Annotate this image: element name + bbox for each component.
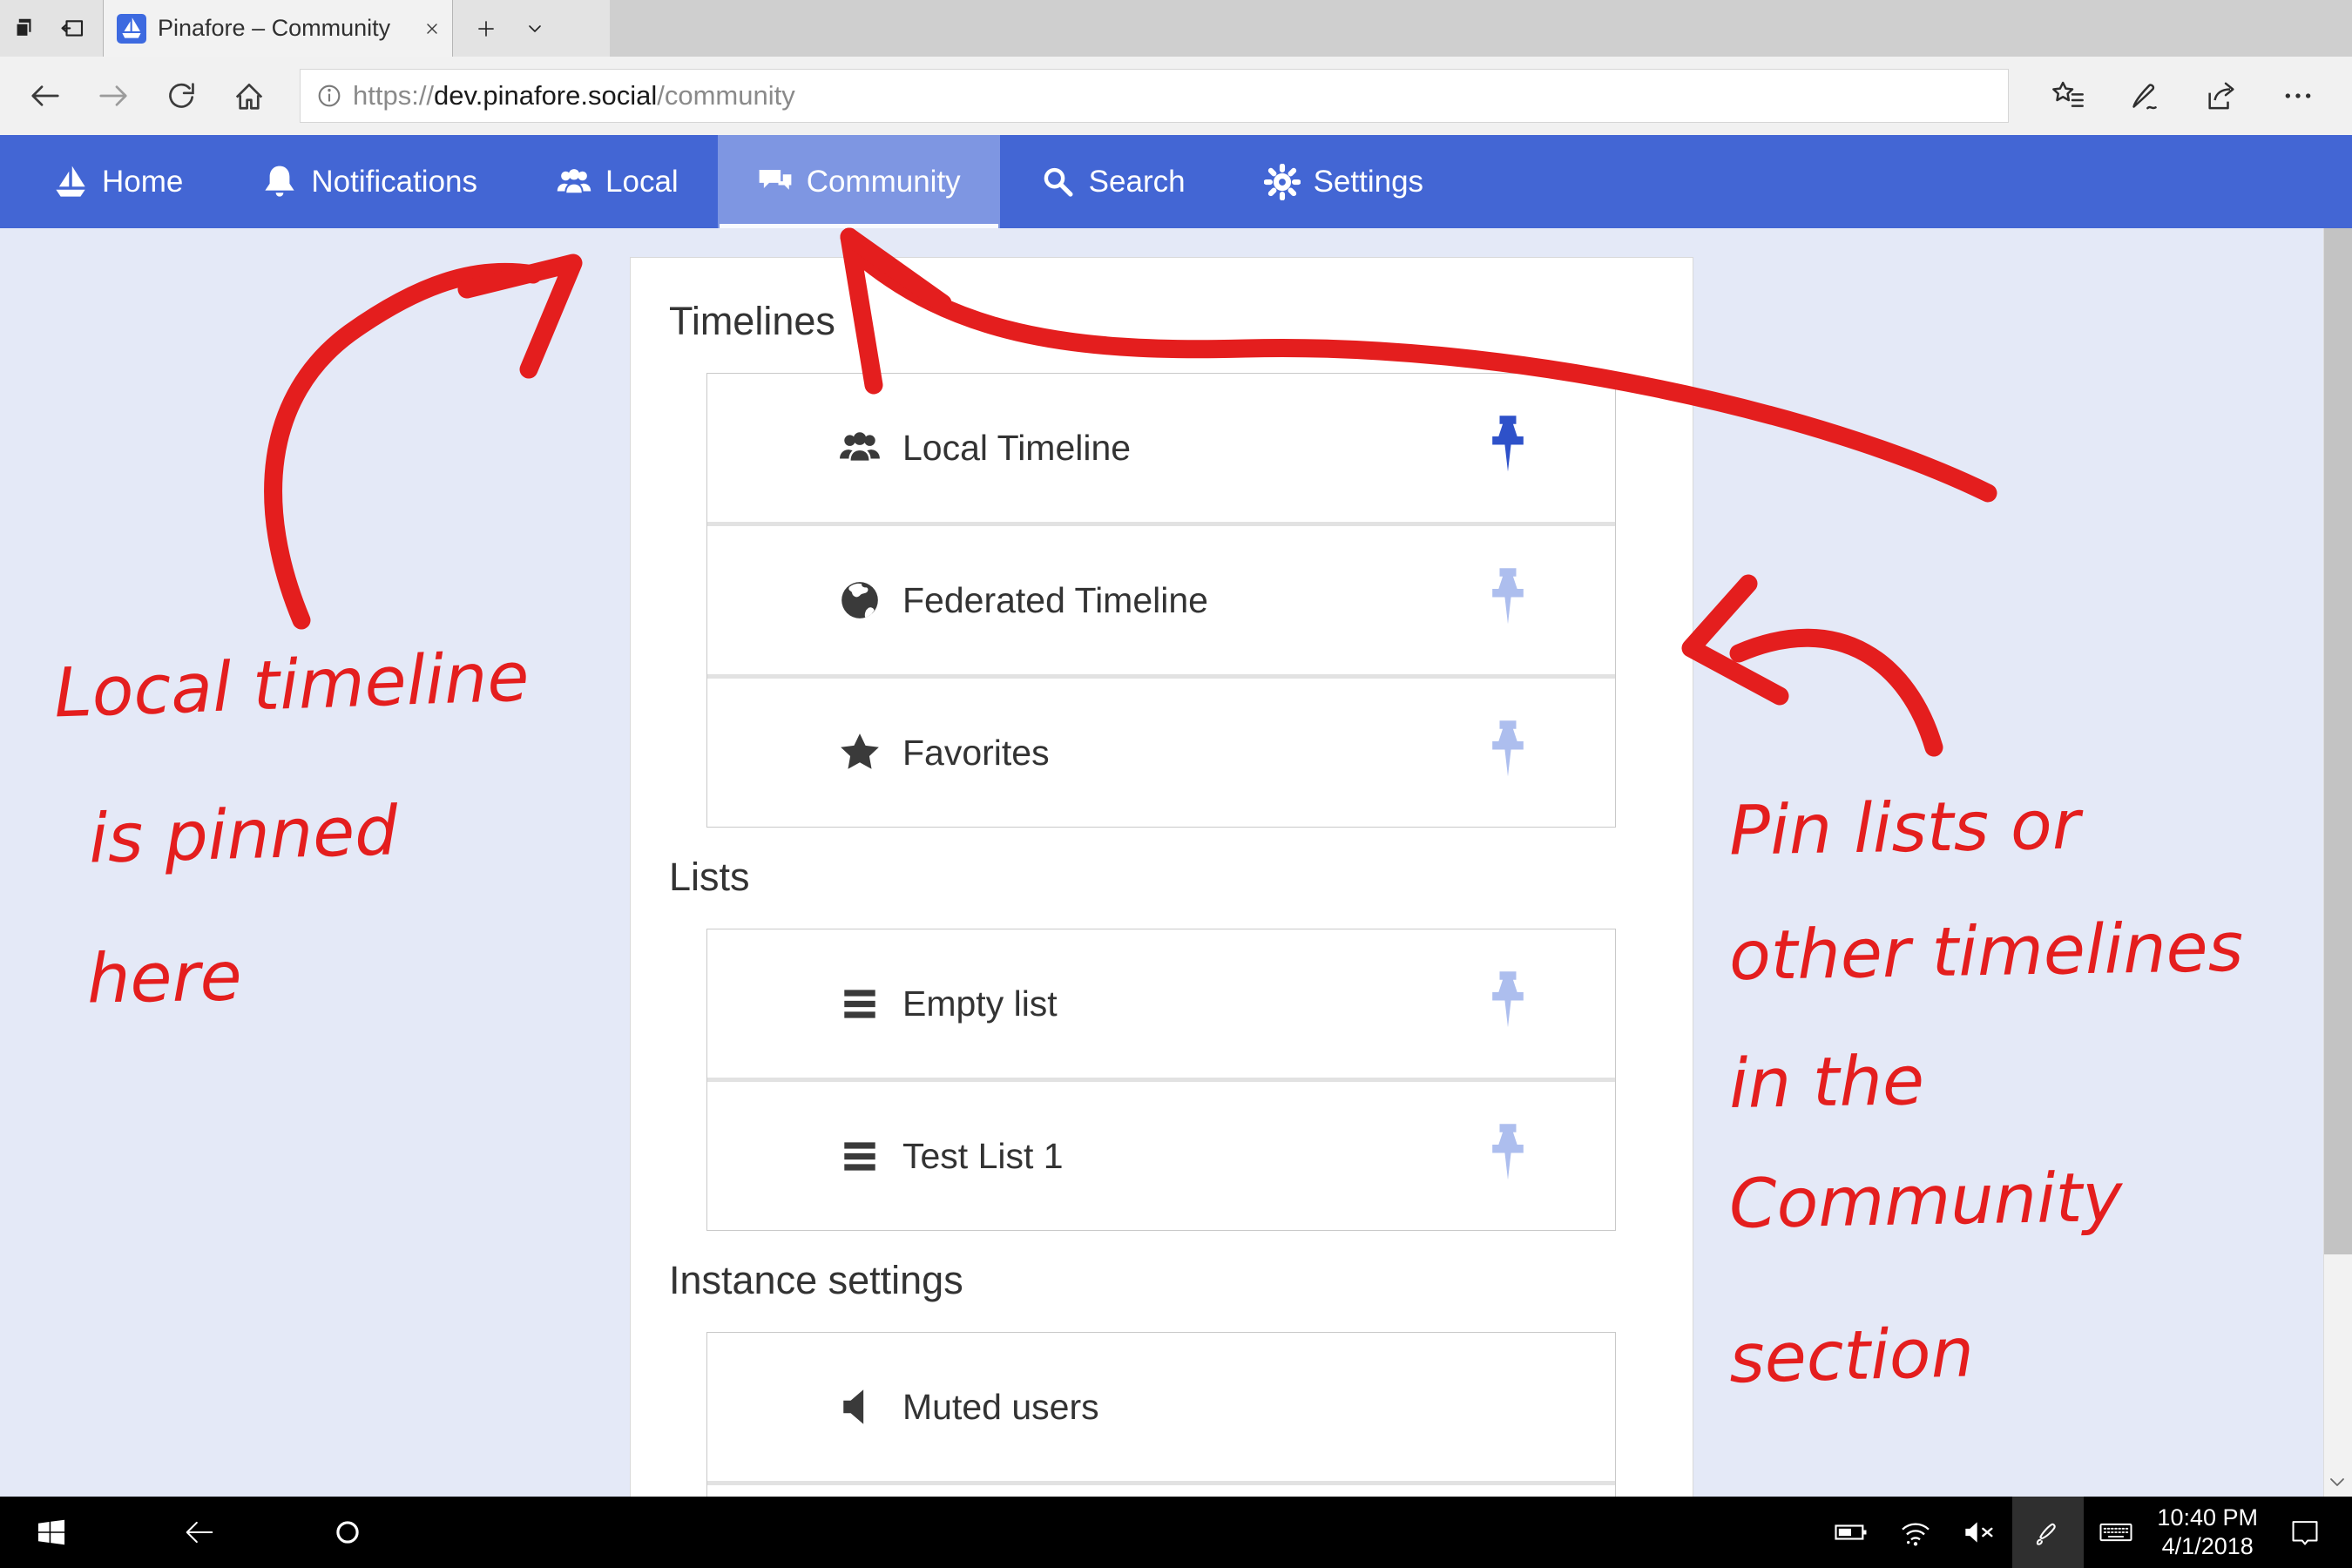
browser-tab-strip: Pinafore – Community bbox=[0, 0, 2352, 57]
star-icon bbox=[838, 731, 882, 774]
gear-icon bbox=[1264, 164, 1301, 200]
sailboat-icon bbox=[52, 164, 89, 200]
cortana-icon[interactable] bbox=[308, 1497, 387, 1568]
pin-button[interactable] bbox=[1486, 1123, 1530, 1189]
pin-button[interactable] bbox=[1486, 567, 1530, 633]
windows-ink-icon[interactable] bbox=[2012, 1497, 2084, 1568]
list-item[interactable]: Favorites bbox=[707, 679, 1615, 827]
nav-item-home[interactable]: Home bbox=[13, 135, 222, 228]
tab-close-icon[interactable] bbox=[412, 9, 452, 49]
wifi-icon[interactable] bbox=[1883, 1497, 1948, 1568]
favorites-hub-icon[interactable] bbox=[2030, 65, 2106, 126]
scrollbar[interactable] bbox=[2323, 228, 2352, 1497]
pin-button[interactable] bbox=[1486, 720, 1530, 786]
toolbar-right-tools bbox=[2030, 65, 2336, 126]
list-item[interactable]: Muted users bbox=[707, 1333, 1615, 1481]
pinafore-nav-bar: Home Notifications Local Community Search Set… bbox=[0, 135, 2352, 228]
globe-icon bbox=[838, 578, 882, 622]
scroll-down-icon[interactable] bbox=[2327, 1472, 2348, 1493]
search-icon bbox=[1039, 164, 1076, 200]
clock-time: 10:40 PM bbox=[2157, 1504, 2258, 1532]
nav-item-search[interactable]: Search bbox=[1000, 135, 1225, 228]
nav-item-label: Settings bbox=[1314, 165, 1423, 199]
forward-icon[interactable] bbox=[85, 65, 141, 126]
list-item[interactable]: Local Timeline bbox=[707, 374, 1615, 522]
clock-date: 4/1/2018 bbox=[2157, 1532, 2258, 1561]
tab-controls-band: Pinafore – Community bbox=[0, 0, 610, 57]
tab-preview-icon[interactable] bbox=[49, 0, 98, 57]
browser-toolbar: https://dev.pinafore.social/community bbox=[0, 57, 2352, 135]
list-item-label: Empty list bbox=[902, 983, 1058, 1024]
list-item-label: Test List 1 bbox=[902, 1136, 1064, 1177]
nav-item-label: Home bbox=[102, 165, 183, 199]
people-icon bbox=[556, 164, 592, 200]
list-item-label: Muted users bbox=[902, 1387, 1099, 1428]
address-bar[interactable]: https://dev.pinafore.social/community bbox=[300, 69, 2009, 123]
more-options-icon[interactable] bbox=[2260, 65, 2336, 126]
set-tabs-aside-icon[interactable] bbox=[0, 0, 49, 57]
section-list: Local Timeline Federated Timeline Favorite… bbox=[706, 373, 1616, 828]
site-info-icon[interactable] bbox=[314, 81, 344, 111]
start-button-icon[interactable] bbox=[12, 1497, 91, 1568]
pinafore-favicon bbox=[117, 14, 146, 44]
refresh-icon[interactable] bbox=[153, 65, 209, 126]
share-icon[interactable] bbox=[2183, 65, 2260, 126]
people-icon bbox=[838, 426, 882, 470]
list-item-partial[interactable] bbox=[707, 1485, 1615, 1497]
new-tab-icon[interactable] bbox=[462, 0, 510, 57]
nav-item-label: Community bbox=[807, 165, 961, 199]
taskbar-back-icon[interactable] bbox=[160, 1497, 239, 1568]
section-heading: Timelines bbox=[669, 300, 1635, 343]
section-list: Empty list Test List 1 bbox=[706, 929, 1616, 1231]
url-text: https://dev.pinafore.social/community bbox=[353, 80, 795, 112]
nav-item-notifications[interactable]: Notifications bbox=[222, 135, 517, 228]
back-icon[interactable] bbox=[17, 65, 73, 126]
nav-item-label: Search bbox=[1089, 165, 1186, 199]
section-heading: Lists bbox=[669, 855, 1635, 899]
section-heading: Instance settings bbox=[669, 1259, 1635, 1302]
bell-icon bbox=[261, 164, 298, 200]
list-item-label: Federated Timeline bbox=[902, 580, 1208, 621]
community-card: Timelines Local Timeline Federated Timelin… bbox=[630, 257, 1693, 1497]
list-item[interactable]: Empty list bbox=[707, 929, 1615, 1078]
home-icon[interactable] bbox=[221, 65, 277, 126]
list-item[interactable]: Test List 1 bbox=[707, 1082, 1615, 1230]
nav-item-community[interactable]: Community bbox=[718, 135, 1000, 228]
scrollbar-thumb[interactable] bbox=[2324, 228, 2352, 1254]
list-icon bbox=[838, 1134, 882, 1178]
screen: Pinafore – Community bbox=[0, 0, 2352, 1568]
pin-button[interactable] bbox=[1486, 970, 1530, 1037]
taskbar-clock[interactable]: 10:40 PM 4/1/2018 bbox=[2157, 1504, 2258, 1561]
list-item-label: Local Timeline bbox=[902, 428, 1131, 469]
battery-icon[interactable] bbox=[1819, 1497, 1883, 1568]
chat-icon bbox=[757, 164, 794, 200]
touch-keyboard-icon[interactable] bbox=[2084, 1497, 2148, 1568]
windows-taskbar: 10:40 PM 4/1/2018 bbox=[0, 1497, 2352, 1568]
web-note-pen-icon[interactable] bbox=[2106, 65, 2183, 126]
volume-muted-icon[interactable] bbox=[1948, 1497, 2012, 1568]
list-item[interactable]: Federated Timeline bbox=[707, 526, 1615, 674]
nav-item-label: Notifications bbox=[311, 165, 477, 199]
nav-item-label: Local bbox=[605, 165, 679, 199]
nav-item-local[interactable]: Local bbox=[517, 135, 718, 228]
page-content: Timelines Local Timeline Federated Timelin… bbox=[0, 228, 2352, 1497]
section-list: Muted users bbox=[706, 1332, 1616, 1497]
mute-icon bbox=[838, 1385, 882, 1429]
action-center-icon[interactable] bbox=[2270, 1497, 2340, 1568]
list-icon bbox=[838, 982, 882, 1025]
pin-button[interactable] bbox=[1486, 415, 1530, 481]
nav-item-settings[interactable]: Settings bbox=[1225, 135, 1463, 228]
tab-dropdown-icon[interactable] bbox=[510, 0, 559, 57]
list-item-label: Favorites bbox=[902, 733, 1050, 774]
tab-title: Pinafore – Community bbox=[158, 15, 412, 42]
browser-tab[interactable]: Pinafore – Community bbox=[103, 0, 453, 57]
